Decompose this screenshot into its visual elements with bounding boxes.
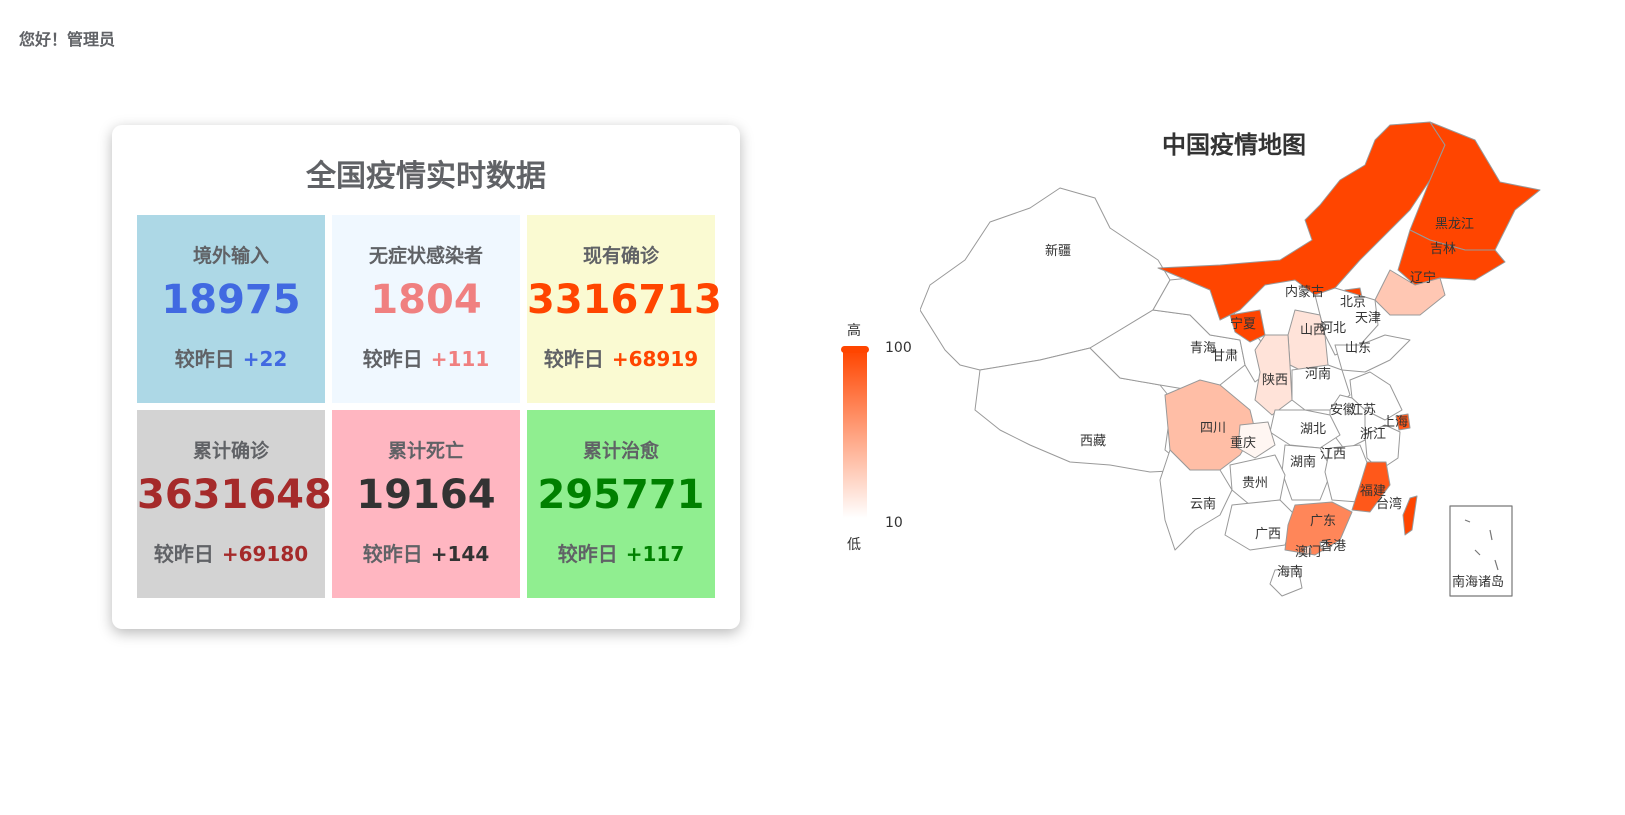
- stat-delta-label: 较昨日: [362, 542, 423, 566]
- province-label: 陕西: [1262, 373, 1288, 388]
- stat-label: 无症状感染者: [368, 245, 483, 267]
- stat-value: 19164: [356, 472, 496, 518]
- province-label: 湖北: [1300, 422, 1326, 437]
- stat-delta-label: 较昨日: [557, 542, 618, 566]
- stat-value: 1804: [370, 277, 482, 323]
- greeting-text: 您好！管理员: [19, 30, 116, 49]
- stats-title: 全国疫情实时数据: [306, 159, 546, 194]
- stat-delta-label: 较昨日: [174, 347, 235, 371]
- china-map: 新疆西藏青海甘肃内蒙古黑龙江吉林辽宁北京天津河北山西宁夏陕西山东河南江苏安徽上海…: [920, 121, 1541, 597]
- stat-cell-total-confirmed: 累计确诊 3631648 较昨日 +69180: [137, 410, 332, 598]
- province-label: 澳门: [1295, 544, 1321, 560]
- stat-delta: 较昨日 +22: [137, 343, 325, 372]
- province-label: 海南: [1277, 564, 1303, 580]
- province-label: 黑龙江: [1435, 217, 1474, 232]
- stat-delta: 较昨日 +111: [332, 343, 520, 372]
- stat-label: 累计治愈: [582, 440, 659, 462]
- province-label: 山东: [1345, 341, 1371, 356]
- province-label: 北京: [1340, 295, 1366, 310]
- province-label: 四川: [1200, 421, 1226, 436]
- province-label: 广东: [1310, 514, 1336, 529]
- stat-delta-value: +111: [430, 347, 490, 371]
- province-label: 山西: [1300, 323, 1326, 338]
- province-label: 内蒙古: [1285, 284, 1324, 300]
- stats-grid: 境外输入 18975 较昨日 +22 无症状感染者 1804 较昨日 +111 现有…: [137, 215, 722, 598]
- province-label: 安徽: [1330, 403, 1356, 418]
- province-label: 广西: [1255, 527, 1281, 542]
- legend-gradient-bar[interactable]: [840, 344, 870, 524]
- stat-value: 295771: [537, 472, 705, 518]
- stats-card: 全国疫情实时数据 境外输入 18975 较昨日 +22 无症状感染者 1804 较…: [112, 125, 740, 629]
- province-label: 甘肃: [1212, 349, 1238, 364]
- province-label: 新疆: [1045, 243, 1071, 259]
- stat-label: 现有确诊: [582, 245, 659, 267]
- stat-cell-asymptomatic: 无症状感染者 1804 较昨日 +111: [332, 215, 520, 403]
- stat-label: 境外输入: [192, 245, 269, 267]
- province-label: 宁夏: [1230, 316, 1256, 332]
- stat-delta: 较昨日 +144: [332, 538, 520, 567]
- province-label: 辽宁: [1410, 270, 1436, 286]
- province-label: 贵州: [1242, 476, 1268, 491]
- stat-delta: 较昨日 +69180: [137, 538, 325, 567]
- stat-delta-value: +117: [625, 542, 685, 566]
- province-label: 吉林: [1430, 242, 1456, 257]
- province-label: 西藏: [1080, 434, 1106, 449]
- stat-delta: 较昨日 +68919: [527, 343, 715, 372]
- stat-cell-current-confirmed: 现有确诊 3316713 较昨日 +68919: [527, 215, 722, 403]
- stat-cell-total-recovered: 累计治愈 295771 较昨日 +117: [527, 410, 715, 598]
- stat-cell-total-deaths: 累计死亡 19164 较昨日 +144: [332, 410, 520, 598]
- legend-max-value: 100: [885, 340, 912, 356]
- legend-gradient-fill: [843, 350, 867, 518]
- stat-value: 18975: [161, 277, 301, 323]
- legend-high-label: 高: [847, 323, 861, 339]
- stat-value: 3631648: [137, 472, 332, 518]
- stat-cell-imported: 境外输入 18975 较昨日 +22: [137, 215, 325, 403]
- province-label: 香港: [1320, 539, 1346, 554]
- province-label: 湖南: [1290, 454, 1316, 470]
- stat-delta-label: 较昨日: [153, 542, 214, 566]
- province-label: 云南: [1190, 496, 1216, 512]
- stat-delta-value: +68919: [611, 347, 699, 371]
- stat-delta-label: 较昨日: [543, 347, 604, 371]
- province-label: 河南: [1305, 366, 1331, 382]
- south-china-sea-islands: [1464, 519, 1499, 571]
- province-label: 南海诸岛: [1452, 574, 1504, 590]
- stat-label: 累计死亡: [387, 440, 464, 462]
- province-label: 天津: [1355, 311, 1381, 326]
- stat-label: 累计确诊: [192, 440, 269, 462]
- province-label: 浙江: [1360, 427, 1386, 442]
- province-guangxi[interactable]: [1224, 499, 1296, 551]
- stat-delta: 较昨日 +117: [527, 538, 715, 567]
- legend-handle[interactable]: [841, 346, 869, 353]
- legend-min-value: 10: [885, 515, 903, 531]
- legend-low-label: 低: [847, 537, 861, 553]
- stat-delta-value: +144: [430, 542, 490, 566]
- stat-delta-value: +69180: [221, 542, 309, 566]
- stat-delta-value: +22: [242, 347, 288, 371]
- province-taiwan[interactable]: [1402, 495, 1418, 536]
- province-label: 台湾: [1376, 496, 1402, 512]
- province-label: 重庆: [1230, 435, 1256, 451]
- stat-delta-label: 较昨日: [362, 347, 423, 371]
- stat-value: 3316713: [527, 277, 722, 323]
- province-label: 江西: [1320, 447, 1346, 462]
